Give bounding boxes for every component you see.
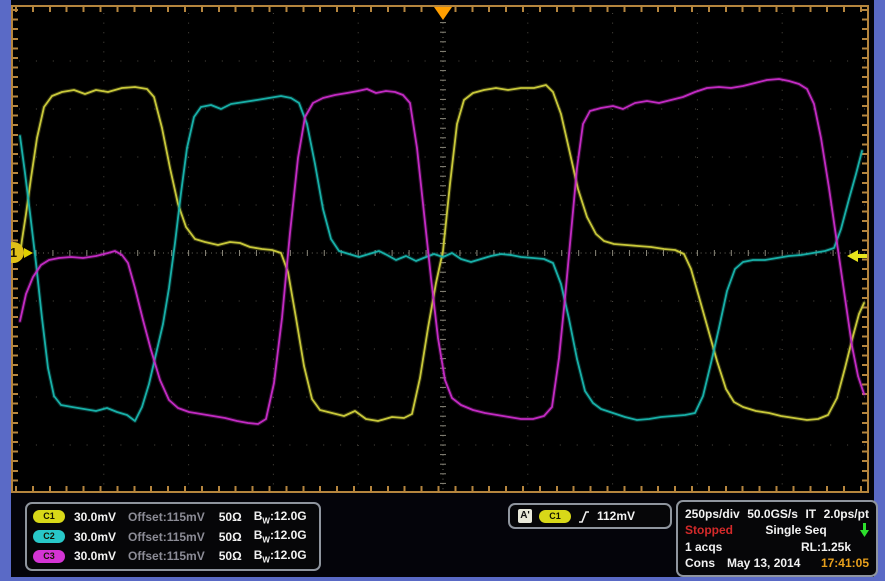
channel-row-c2[interactable]: C2 30.0mV Offset:115mV 50Ω BW:12.0G xyxy=(33,527,313,547)
trigger-aux-badge[interactable]: A' xyxy=(518,509,532,523)
c2-offset: Offset:115mV xyxy=(128,530,205,544)
c1-offset: Offset:115mV xyxy=(128,510,205,524)
channel-badge-c1[interactable]: C1 xyxy=(33,510,65,523)
time-value: 17:41:05 xyxy=(821,556,869,570)
ruler-ticks-right xyxy=(862,9,867,489)
acquisition-status: Stopped xyxy=(685,523,733,537)
sample-rate: 50.0GS/s xyxy=(747,507,798,521)
c2-bandwidth: BW:12.0G xyxy=(254,528,307,544)
c3-bandwidth: BW:12.0G xyxy=(254,548,307,564)
c2-termination: 50Ω xyxy=(219,530,242,544)
horizontal-acquisition-box[interactable]: 250ps/div 50.0GS/s IT 2.0ps/pt Stopped S… xyxy=(676,500,878,577)
acquisition-count: 1 acqs xyxy=(685,540,722,554)
window-border-right xyxy=(874,0,885,577)
acquisition-mode: Single Seq xyxy=(765,523,826,537)
c3-termination: 50Ω xyxy=(219,549,242,563)
trigger-position-marker-icon[interactable] xyxy=(434,7,452,20)
channel-badge-c3[interactable]: C3 xyxy=(33,550,65,563)
graticule-frame xyxy=(11,5,869,493)
rising-edge-slope-icon xyxy=(578,509,590,524)
channel-readout-box[interactable]: C1 30.0mV Offset:115mV 50Ω BW:12.0G C2 3… xyxy=(25,502,321,571)
resolution: 2.0ps/pt xyxy=(824,507,869,521)
trigger-level-arrow-tail xyxy=(858,254,867,258)
c1-bandwidth: BW:12.0G xyxy=(254,509,307,525)
trigger-level-value: 112mV xyxy=(597,509,635,523)
ruler-ticks-bottom xyxy=(15,486,865,491)
channel-row-c3[interactable]: C3 30.0mV Offset:115mV 50Ω BW:12.0G xyxy=(33,546,313,566)
cons-label: Cons xyxy=(685,556,715,570)
c1-termination: 50Ω xyxy=(219,510,242,524)
window-border-left xyxy=(0,0,11,577)
timebase-row: 250ps/div 50.0GS/s IT 2.0ps/pt xyxy=(685,506,869,522)
trigger-source-badge[interactable]: C1 xyxy=(539,510,571,523)
trigger-readout-box[interactable]: A' C1 112mV xyxy=(508,503,672,529)
channel1-reference-arrow-icon xyxy=(24,248,33,258)
record-length: RL:1.25k xyxy=(801,540,851,554)
channel-row-c1[interactable]: C1 30.0mV Offset:115mV 50Ω BW:12.0G xyxy=(33,507,313,527)
trigger-ready-arrow-icon xyxy=(859,522,869,538)
c2-scale: 30.0mV xyxy=(74,530,116,544)
acquisition-count-row: 1 acqs RL:1.25k xyxy=(685,539,869,555)
trigger-level-arrow-icon[interactable] xyxy=(847,250,858,262)
date-value: May 13, 2014 xyxy=(727,556,800,570)
sampling-mode: IT xyxy=(805,507,816,521)
datetime-row: Cons May 13, 2014 17:41:05 xyxy=(685,555,869,571)
acquisition-status-row: Stopped Single Seq xyxy=(685,522,869,538)
c3-scale: 30.0mV xyxy=(74,549,116,563)
c3-offset: Offset:115mV xyxy=(128,549,205,563)
oscilloscope-screen: 1 C1 30.0mV Offset:115mV 50Ω BW:12.0G C2… xyxy=(0,0,885,581)
window-border-bottom xyxy=(0,577,885,581)
channel-badge-c2[interactable]: C2 xyxy=(33,530,65,543)
timebase-scale: 250ps/div xyxy=(685,507,740,521)
c1-scale: 30.0mV xyxy=(74,510,116,524)
